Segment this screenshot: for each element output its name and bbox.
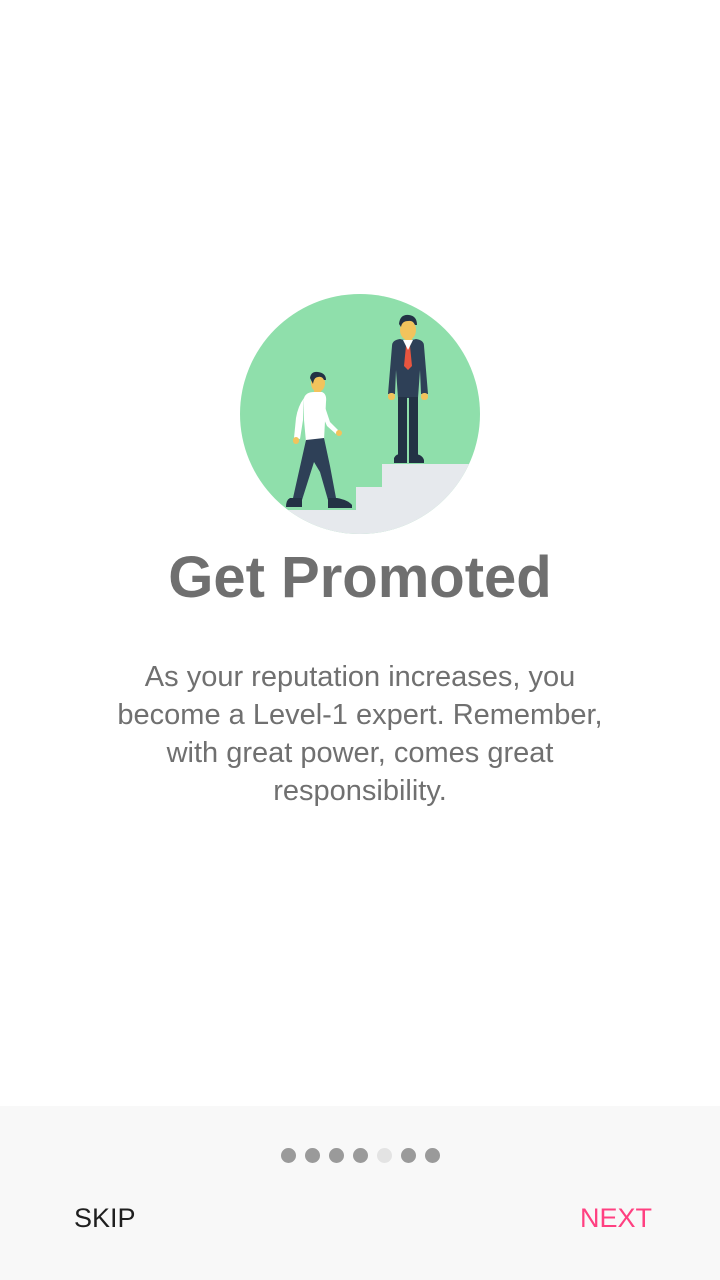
- promotion-stairs-illustration: [240, 294, 480, 534]
- page-dot-active: [376, 1148, 392, 1163]
- page-dot: [424, 1148, 440, 1163]
- skip-button[interactable]: SKIP: [64, 1196, 146, 1240]
- next-button[interactable]: NEXT: [570, 1196, 662, 1240]
- page-dot: [304, 1148, 320, 1163]
- onboarding-screen: Get Promoted As your reputation increase…: [0, 0, 720, 1280]
- page-dot: [280, 1148, 296, 1163]
- onboarding-page: Get Promoted As your reputation increase…: [0, 0, 720, 1106]
- page-title: Get Promoted: [168, 545, 552, 610]
- onboarding-footer: SKIP NEXT: [0, 1106, 720, 1280]
- page-dot: [352, 1148, 368, 1163]
- page-description: As your reputation increases, you become…: [117, 661, 603, 807]
- page-dot: [328, 1148, 344, 1163]
- page-dot: [400, 1148, 416, 1163]
- page-indicator: [0, 1148, 720, 1164]
